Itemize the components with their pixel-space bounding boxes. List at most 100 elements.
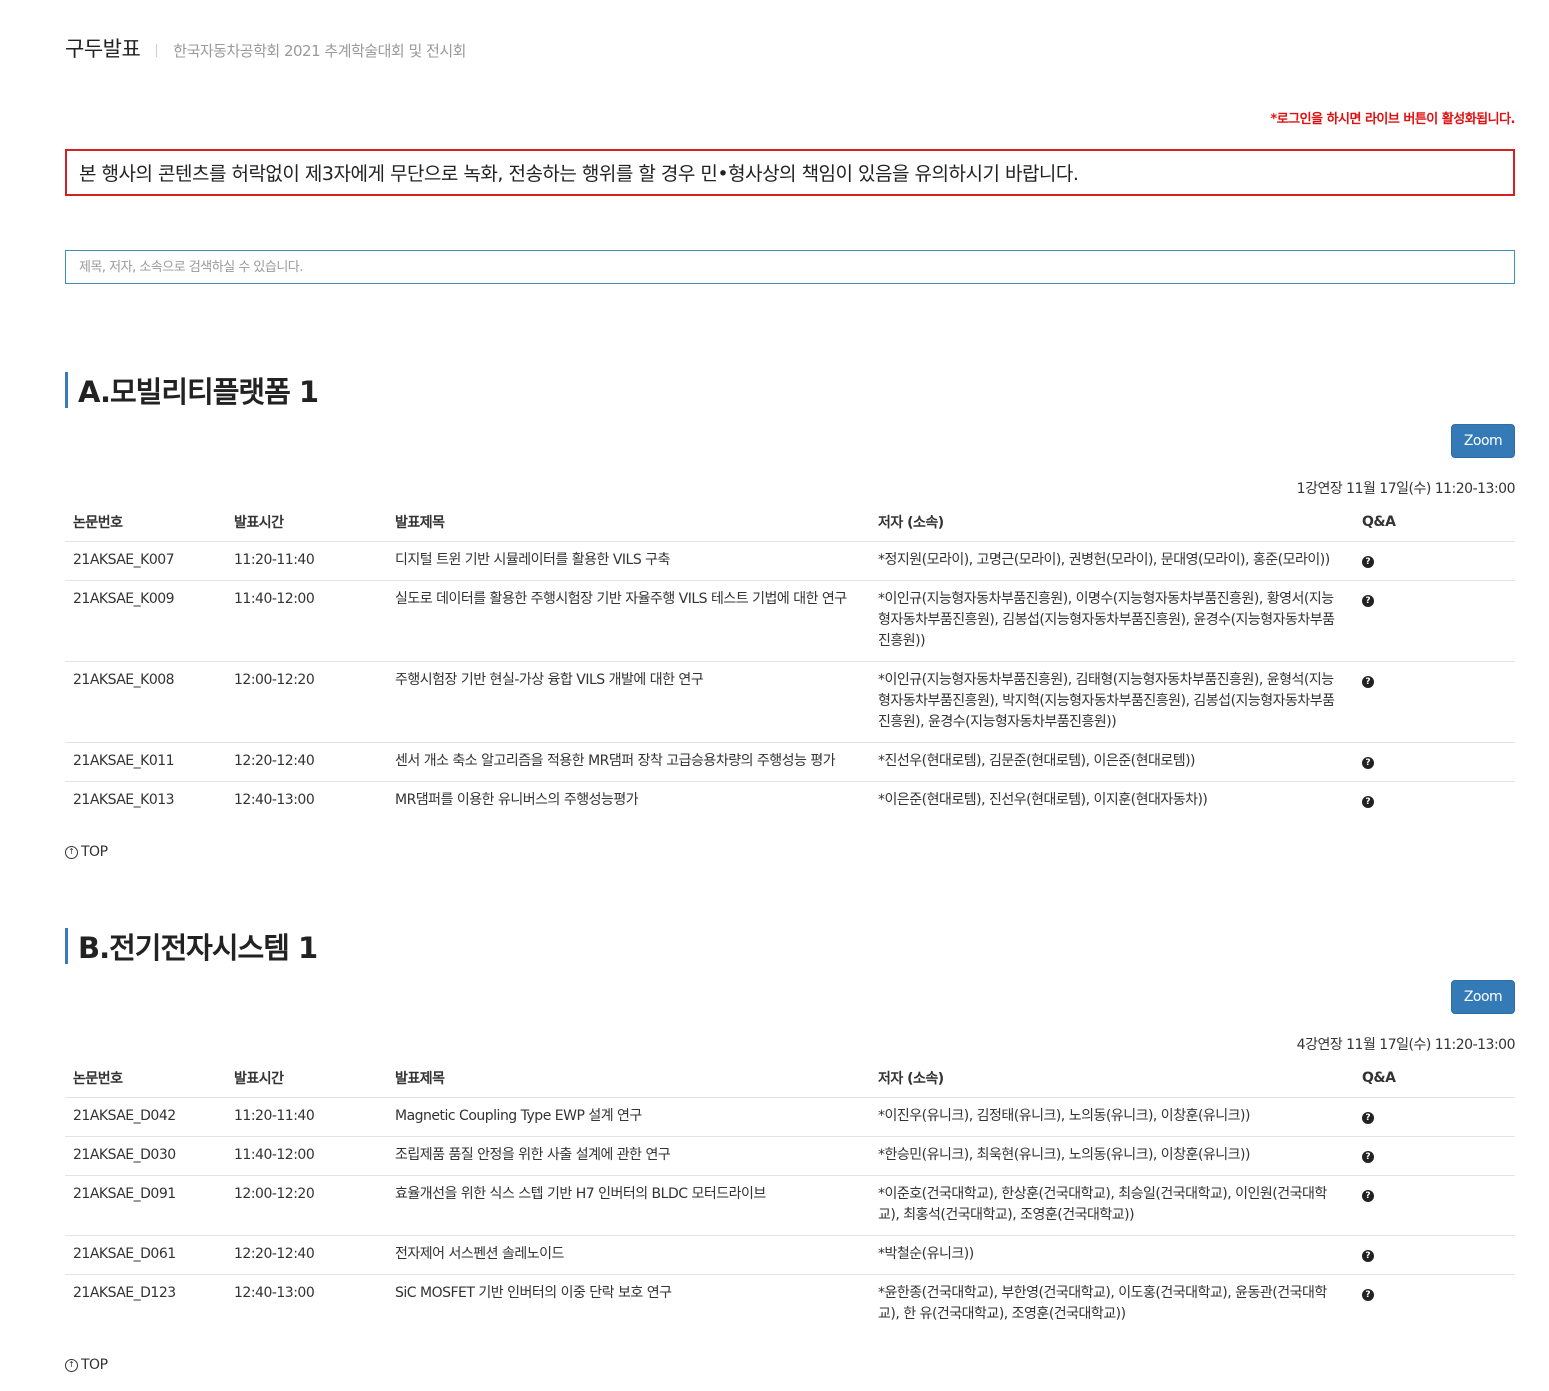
- arrow-up-circle-icon: ↑: [65, 1358, 78, 1372]
- paper-id: 21AKSAE_K011: [65, 742, 226, 782]
- authors: *한승민(유니크), 최욱현(유니크), 노의동(유니크), 이창훈(유니크)): [870, 1136, 1354, 1176]
- session-info: 4강연장 11월 17일(수) 11:20-13:00: [1296, 1037, 1516, 1053]
- presentation-time: 12:20-12:40: [226, 1235, 387, 1275]
- copyright-warning: 본 행사의 콘텐츠를 허락없이 제3자에게 무단으로 녹화, 전송하는 행위를 …: [65, 149, 1515, 196]
- zoom-button[interactable]: Zoom: [1451, 424, 1515, 458]
- column-header-time: 발표시간: [226, 502, 387, 542]
- qa-cell: ?: [1354, 580, 1515, 662]
- paper-id: 21AKSAE_D042: [65, 1097, 226, 1137]
- presentation-title: 전자제어 서스펜션 솔레노이드: [387, 1235, 870, 1275]
- top-label: TOP: [81, 1357, 108, 1373]
- search-input[interactable]: [65, 250, 1515, 284]
- question-icon[interactable]: ?: [1362, 556, 1374, 568]
- authors: *이진우(유니크), 김정태(유니크), 노의동(유니크), 이창훈(유니크)): [870, 1097, 1354, 1137]
- session-section: B.전기전자시스템 1 Zoom 4강연장 11월 17일(수) 11:20-1…: [65, 928, 1516, 1388]
- section-title: A.모빌리티플랫폼 1: [78, 375, 319, 409]
- qa-cell: ?: [1354, 1275, 1515, 1335]
- authors: *박철순(유니크)): [870, 1235, 1354, 1275]
- question-icon[interactable]: ?: [1362, 796, 1374, 808]
- page-subtitle: 한국자동차공학회 2021 추계학술대회 및 전시회: [173, 42, 466, 60]
- schedule-table: 논문번호 발표시간 발표제목 저자 (소속) Q&A 21AKSAE_K007 …: [65, 502, 1515, 820]
- presentation-time: 11:40-12:00: [226, 580, 387, 662]
- top-link[interactable]: ↑ TOP: [65, 1357, 108, 1373]
- login-notice: *로그인을 하시면 라이브 버튼이 활성화됩니다.: [1270, 112, 1515, 127]
- column-header-qa: Q&A: [1354, 1058, 1515, 1098]
- qa-cell: ?: [1354, 1097, 1515, 1137]
- table-row: 21AKSAE_K007 11:20-11:40 디지털 트윈 기반 시뮬레이터…: [65, 541, 1515, 581]
- presentation-title: MR댐퍼를 이용한 유니버스의 주행성능평가: [395, 792, 639, 808]
- question-icon[interactable]: ?: [1362, 595, 1374, 607]
- presentation-title: SiC MOSFET 기반 인버터의 이중 단락 보호 연구: [395, 1285, 672, 1301]
- arrow-up-circle-icon: ↑: [65, 845, 78, 859]
- paper-id: 21AKSAE_K013: [73, 792, 175, 808]
- presentation-title: 디지털 트윈 기반 시뮬레이터를 활용한 VILS 구축: [387, 541, 870, 581]
- column-header-title: 발표제목: [387, 502, 870, 542]
- column-header-authors: 저자 (소속): [870, 502, 1354, 542]
- page-title: 구두발표: [65, 37, 141, 61]
- schedule-table: 논문번호 발표시간 발표제목 저자 (소속) Q&A 21AKSAE_D042 …: [65, 1058, 1515, 1334]
- question-icon[interactable]: ?: [1362, 676, 1374, 688]
- question-icon[interactable]: ?: [1362, 1289, 1374, 1301]
- authors: *진선우(현대로템), 김문준(현대로템), 이은준(현대로템)): [870, 742, 1354, 782]
- authors: *정지원(모라이), 고명근(모라이), 권병헌(모라이), 문대영(모라이),…: [870, 541, 1354, 581]
- table-row: 21AKSAE_K008 12:00-12:20 주행시험장 기반 현실-가상 …: [65, 661, 1515, 743]
- qa-cell: ?: [1354, 1175, 1515, 1236]
- question-icon[interactable]: ?: [1362, 1151, 1374, 1163]
- authors: *이은준(현대로템), 진선우(현대로템), 이지훈(현대자동차)): [878, 792, 1208, 808]
- table-header-row: 논문번호 발표시간 발표제목 저자 (소속) Q&A: [65, 502, 1515, 542]
- question-icon[interactable]: ?: [1362, 1190, 1374, 1202]
- section-accent-bar: [65, 372, 68, 408]
- top-link[interactable]: ↑ TOP: [65, 844, 108, 860]
- table-row: 21AKSAE_D042 11:20-11:40 Magnetic Coupli…: [65, 1097, 1515, 1137]
- zoom-button[interactable]: Zoom: [1451, 980, 1515, 1014]
- authors: *이인규(지능형자동차부품진흥원), 김태형(지능형자동차부품진흥원), 윤형석…: [870, 661, 1354, 743]
- presentation-title: 주행시험장 기반 현실-가상 융합 VILS 개발에 대한 연구: [387, 661, 870, 743]
- table-row: 21AKSAE_K013 12:40-13:00 MR댐퍼를 이용한 유니버스의…: [65, 782, 1515, 821]
- paper-id: 21AKSAE_K009: [65, 580, 226, 662]
- header-divider: [156, 43, 158, 57]
- paper-id: 21AKSAE_K008: [65, 661, 226, 743]
- qa-cell: ?: [1354, 782, 1515, 821]
- paper-id: 21AKSAE_D061: [65, 1235, 226, 1275]
- authors: *윤한종(건국대학교), 부한영(건국대학교), 이도홍(건국대학교), 윤동관…: [878, 1285, 1327, 1322]
- table-row: 21AKSAE_K009 11:40-12:00 실도로 데이터를 활용한 주행…: [65, 580, 1515, 662]
- qa-cell: ?: [1354, 661, 1515, 743]
- qa-cell: ?: [1354, 1235, 1515, 1275]
- presentation-time: 12:00-12:20: [226, 1175, 387, 1236]
- section-accent-bar: [65, 928, 68, 964]
- table-row: 21AKSAE_D091 12:00-12:20 효율개선을 위한 식스 스텝 …: [65, 1175, 1515, 1236]
- table-row: 21AKSAE_K011 12:20-12:40 센서 개소 축소 알고리즘을 …: [65, 742, 1515, 782]
- presentation-time: 12:20-12:40: [226, 742, 387, 782]
- table-row: 21AKSAE_D030 11:40-12:00 조립제품 품질 안정을 위한 …: [65, 1136, 1515, 1176]
- table-row: 21AKSAE_D123 12:40-13:00 SiC MOSFET 기반 인…: [65, 1275, 1515, 1335]
- warning-text: 본 행사의 콘텐츠를 허락없이 제3자에게 무단으로 녹화, 전송하는 행위를 …: [79, 163, 1079, 185]
- qa-cell: ?: [1354, 1136, 1515, 1176]
- presentation-title: 효율개선을 위한 식스 스텝 기반 H7 인버터의 BLDC 모터드라이브: [387, 1175, 870, 1236]
- paper-id: 21AKSAE_D123: [73, 1285, 176, 1301]
- presentation-time: 12:40-13:00: [234, 1285, 315, 1301]
- question-icon[interactable]: ?: [1362, 1250, 1374, 1262]
- column-header-paper-id: 논문번호: [65, 502, 226, 542]
- presentation-title: 실도로 데이터를 활용한 주행시험장 기반 자율주행 VILS 테스트 기법에 …: [387, 580, 870, 662]
- presentation-time: 12:40-13:00: [234, 792, 315, 808]
- presentation-title: 조립제품 품질 안정을 위한 사출 설계에 관한 연구: [387, 1136, 870, 1176]
- question-icon[interactable]: ?: [1362, 1112, 1374, 1124]
- presentation-title: Magnetic Coupling Type EWP 설계 연구: [387, 1097, 870, 1137]
- question-icon[interactable]: ?: [1362, 757, 1374, 769]
- presentation-title: 센서 개소 축소 알고리즘을 적용한 MR댐퍼 장착 고급승용차량의 주행성능 …: [387, 742, 870, 782]
- column-header-paper-id: 논문번호: [65, 1058, 226, 1098]
- presentation-time: 12:00-12:20: [226, 661, 387, 743]
- column-header-time: 발표시간: [226, 1058, 387, 1098]
- paper-id: 21AKSAE_D030: [65, 1136, 226, 1176]
- qa-cell: ?: [1354, 742, 1515, 782]
- qa-cell: ?: [1354, 541, 1515, 581]
- section-heading: B.전기전자시스템 1: [65, 928, 318, 965]
- column-header-qa: Q&A: [1354, 502, 1515, 542]
- column-header-title: 발표제목: [387, 1058, 870, 1098]
- column-header-authors: 저자 (소속): [870, 1058, 1354, 1098]
- session-section: A.모빌리티플랫폼 1 Zoom 1강연장 11월 17일(수) 11:20-1…: [65, 372, 1516, 867]
- section-heading: A.모빌리티플랫폼 1: [65, 372, 319, 409]
- session-info: 1강연장 11월 17일(수) 11:20-13:00: [1296, 481, 1516, 497]
- authors: *이인규(지능형자동차부품진흥원), 이명수(지능형자동차부품진흥원), 황영서…: [870, 580, 1354, 662]
- section-title: B.전기전자시스템 1: [78, 931, 318, 965]
